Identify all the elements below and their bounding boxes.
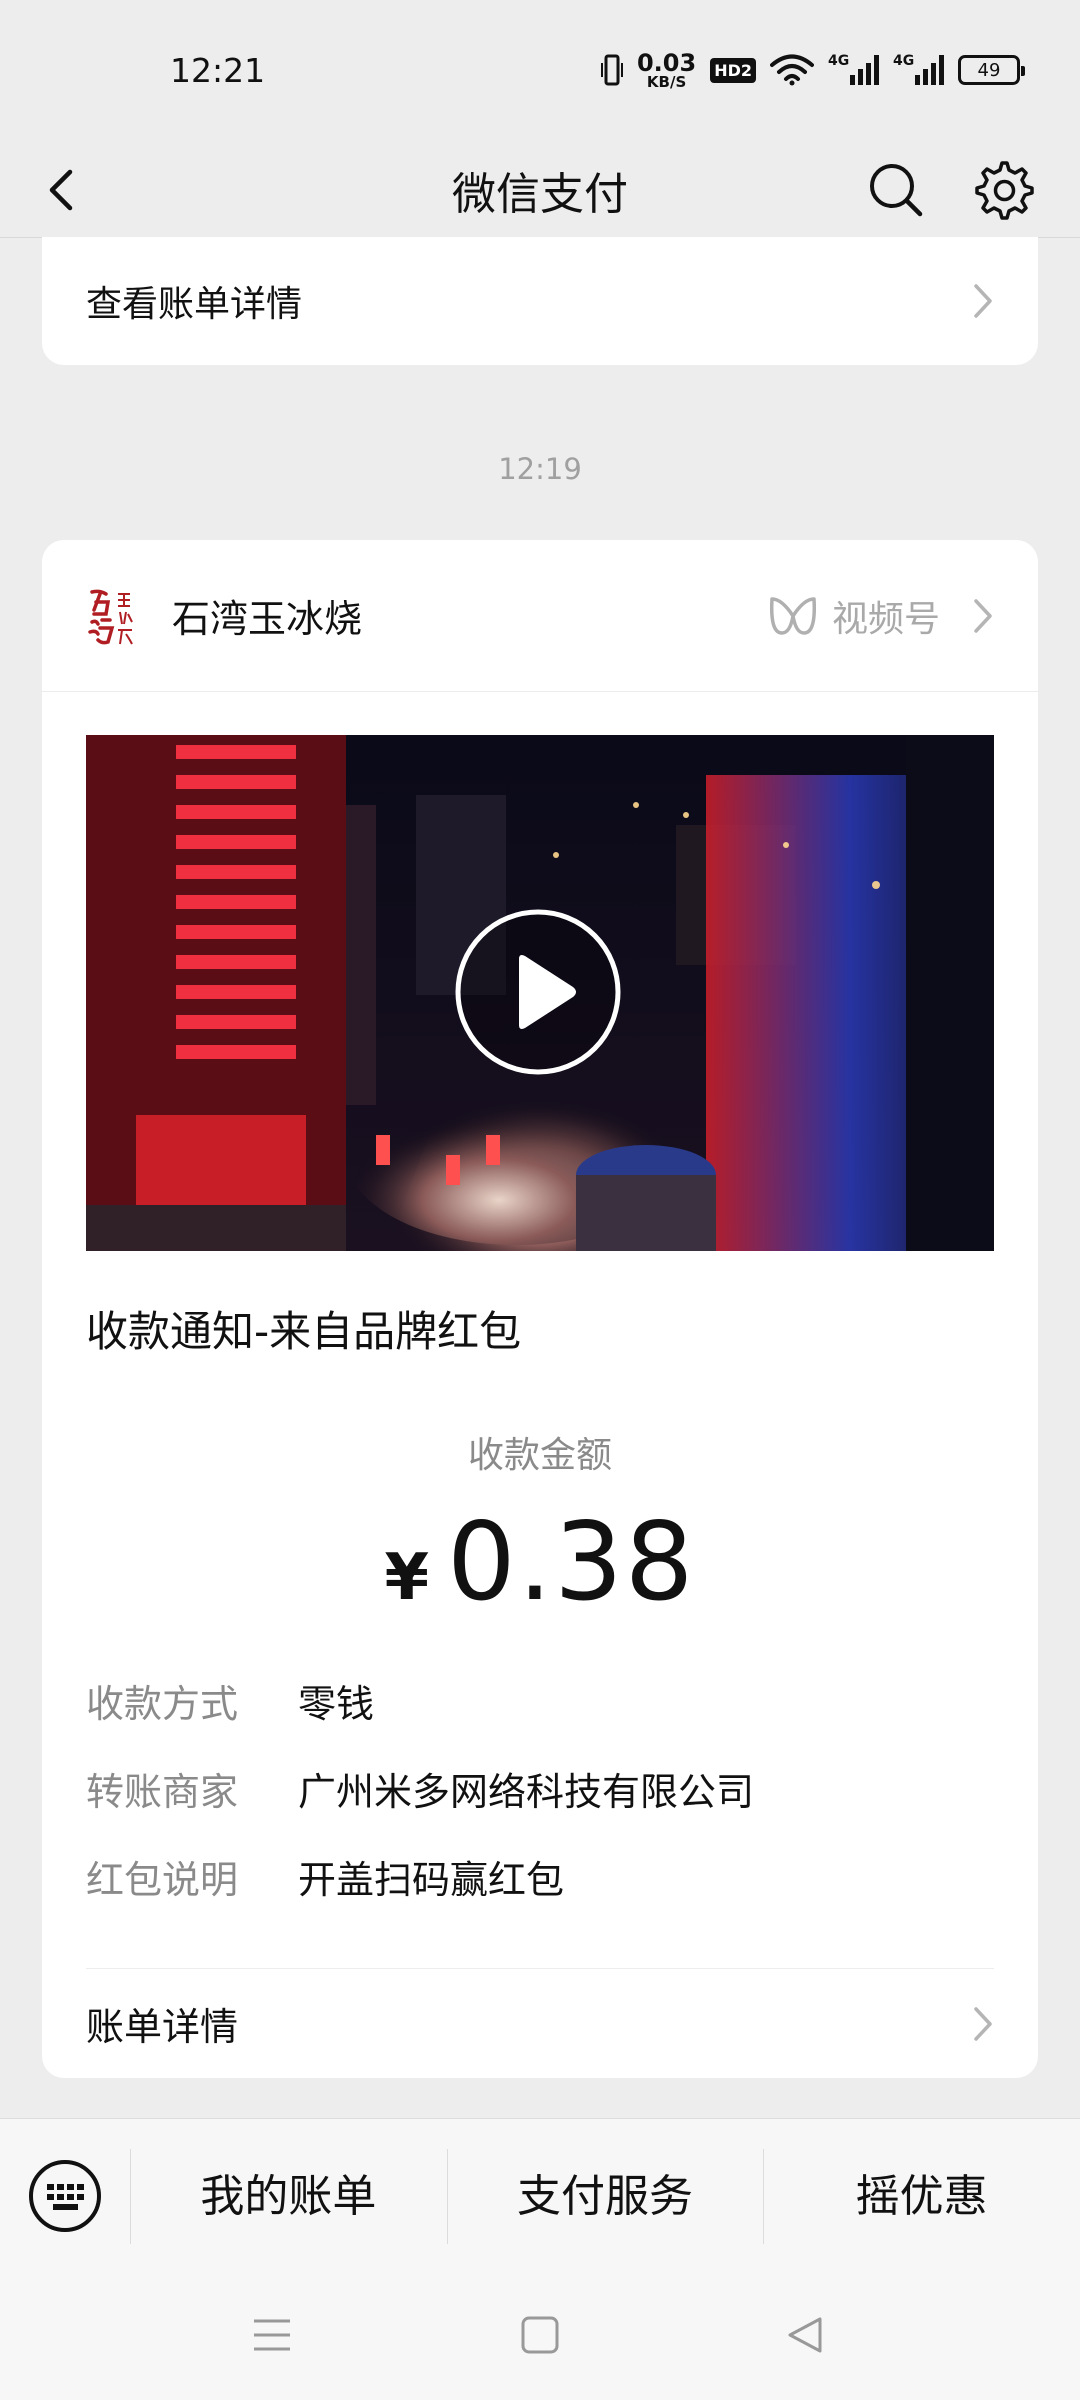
home-icon[interactable]	[520, 2315, 560, 2355]
notification-title: 收款通知-来自品牌红包	[86, 1307, 522, 1356]
currency-symbol: ¥	[384, 1541, 430, 1615]
status-icons: 0.03 KB/S HD2 4G 4G 49	[600, 51, 1025, 90]
system-navigation-bar	[0, 2273, 1080, 2400]
bill-detail-label: 查看账单详情	[86, 284, 303, 325]
keyboard-icon	[29, 2160, 101, 2232]
info-key: 转账商家	[86, 1770, 239, 1814]
net-speed-unit: KB/S	[646, 72, 687, 91]
bill-detail-card[interactable]: 查看账单详情	[42, 237, 1038, 365]
video-channel-label: 视频号	[831, 598, 940, 640]
chevron-right-icon	[974, 284, 992, 318]
amount-label: 收款金额	[467, 1435, 612, 1476]
info-row-description: 红包说明 开盖扫码赢红包	[86, 1849, 564, 1904]
gear-icon[interactable]	[974, 160, 1034, 220]
play-icon[interactable]	[453, 907, 623, 1077]
info-value: 广州米多网络科技有限公司	[298, 1770, 755, 1814]
chevron-right-icon	[974, 2006, 992, 2041]
brand-name: 石湾玉冰烧	[172, 597, 363, 641]
menu-my-bills[interactable]: 我的账单	[130, 2119, 447, 2274]
message-timestamp: 12:19	[498, 452, 582, 486]
info-value: 开盖扫码赢红包	[298, 1858, 565, 1902]
menu-shake-offers[interactable]: 摇优惠	[763, 2119, 1080, 2274]
signal-label-1: 4G	[828, 53, 850, 69]
brand-header[interactable]: 石湾玉冰烧 视频号	[42, 540, 1038, 692]
info-key: 收款方式	[86, 1682, 239, 1726]
signal-icon-1: 4G	[828, 53, 879, 85]
chevron-right-icon	[974, 598, 992, 633]
wifi-icon	[770, 54, 814, 86]
vibrate-icon	[600, 54, 623, 86]
search-icon[interactable]	[866, 160, 926, 220]
battery-level: 49	[977, 59, 1001, 81]
page-title: 微信支付	[452, 169, 628, 220]
bottom-menu: 我的账单 支付服务 摇优惠	[0, 2118, 1080, 2273]
status-bar: 12:21 0.03 KB/S HD2 4G 4G 49	[0, 0, 1080, 140]
payment-notification-card: 石湾玉冰烧 视频号 收款通知-来自品牌红包 收款金额 ¥ 0.38 收款方式 零…	[42, 540, 1038, 2078]
hd-badge: HD2	[710, 57, 756, 83]
info-value: 零钱	[298, 1682, 375, 1726]
menu-icon[interactable]	[252, 2315, 292, 2355]
video-channel-icon	[769, 596, 817, 635]
info-row-payment-method: 收款方式 零钱	[86, 1673, 374, 1728]
bill-details-label: 账单详情	[86, 2005, 239, 2049]
bill-details-link[interactable]: 账单详情	[86, 1968, 994, 2078]
back-arrow-icon[interactable]	[40, 164, 90, 216]
back-triangle-icon[interactable]	[786, 2315, 826, 2355]
info-key: 红包说明	[86, 1858, 239, 1902]
battery-icon: 49	[958, 55, 1025, 85]
amount: ¥ 0.38	[42, 1500, 1038, 1625]
navbar: 微信支付	[0, 140, 1080, 240]
info-row-merchant: 转账商家 广州米多网络科技有限公司	[86, 1761, 754, 1816]
keyboard-toggle-button[interactable]	[0, 2119, 130, 2274]
net-speed: 0.03 KB/S	[637, 51, 696, 90]
net-speed-value: 0.03	[636, 48, 697, 77]
status-time: 12:21	[170, 50, 266, 90]
amount-value: 0.38	[447, 1500, 696, 1625]
signal-icon-2: 4G	[893, 53, 944, 85]
menu-payment-services[interactable]: 支付服务	[446, 2119, 764, 2274]
video-thumbnail[interactable]	[86, 735, 994, 1251]
brand-logo-icon	[88, 589, 133, 644]
video-channel-link[interactable]: 视频号	[768, 590, 994, 642]
signal-label-2: 4G	[893, 53, 915, 69]
